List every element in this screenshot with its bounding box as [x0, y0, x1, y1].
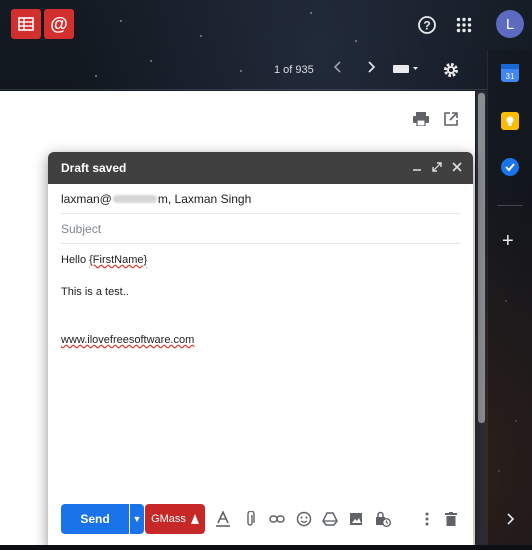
apps-button[interactable]	[451, 12, 477, 38]
help-button[interactable]: ?	[414, 12, 440, 38]
tasks-check-icon	[505, 163, 515, 172]
side-divider	[497, 205, 523, 206]
chevron-left-icon	[333, 61, 341, 73]
plus-icon: +	[502, 230, 514, 252]
recipient-prefix: laxman@	[61, 191, 112, 206]
minimize-button[interactable]	[410, 160, 424, 174]
pagination-count: 1 of 935	[274, 64, 314, 76]
emoji-icon	[296, 511, 312, 527]
gear-icon	[444, 63, 458, 77]
gmass-sheets-button[interactable]	[11, 9, 41, 39]
svg-text:31: 31	[506, 72, 515, 81]
spreadsheet-icon	[18, 17, 34, 31]
drive-icon	[322, 512, 338, 526]
gmass-arrow-icon	[190, 514, 199, 524]
recipients-field[interactable]: laxman@ m, Laxman Singh	[61, 184, 460, 214]
compose-title: Draft saved	[61, 161, 127, 175]
more-vert-icon	[425, 512, 429, 526]
message-body-link[interactable]: www.ilovefreesoftware.com	[61, 334, 194, 346]
attach-button[interactable]	[241, 510, 259, 528]
drive-button[interactable]	[321, 510, 339, 528]
redacted-domain	[112, 194, 157, 203]
confidential-mode-button[interactable]	[374, 510, 392, 528]
chevron-right-icon	[507, 513, 515, 525]
show-side-panel-button[interactable]	[505, 512, 515, 530]
gmass-label: GMass	[151, 513, 186, 525]
firstname-token: {FirstName}	[89, 254, 148, 266]
link-icon	[269, 515, 285, 523]
help-icon: ?	[418, 16, 436, 34]
input-tools-button[interactable]	[393, 64, 419, 74]
discard-draft-button[interactable]	[442, 510, 460, 528]
open-new-window-button[interactable]	[444, 112, 458, 131]
send-options-button[interactable]: ▼	[130, 504, 144, 534]
at-sign-icon: @	[50, 13, 68, 34]
scrollbar-thumb[interactable]	[478, 93, 485, 423]
lock-clock-icon	[376, 511, 391, 527]
keep-bulb-icon	[506, 116, 514, 126]
trash-icon	[445, 512, 457, 526]
newer-button[interactable]	[333, 61, 343, 73]
chevron-right-icon	[368, 61, 376, 73]
recipient-suffix: m, Laxman Singh	[157, 191, 252, 206]
greeting-prefix: Hello	[61, 254, 90, 266]
top-bar: @ ? L	[0, 0, 532, 50]
open-in-new-icon	[444, 112, 458, 126]
keep-app-button[interactable]	[501, 112, 519, 130]
emoji-button[interactable]	[295, 510, 313, 528]
message-body-line[interactable]: This is a test..	[61, 286, 129, 298]
fullscreen-button[interactable]	[430, 160, 444, 174]
bottom-strip	[0, 545, 532, 550]
print-icon	[413, 112, 429, 127]
gmass-at-button[interactable]: @	[44, 9, 74, 39]
svg-text:?: ?	[423, 19, 430, 33]
compose-header[interactable]: Draft saved	[48, 152, 473, 184]
calendar-icon: 31	[501, 64, 519, 81]
expand-icon	[432, 162, 442, 172]
send-label: Send	[80, 512, 110, 526]
insert-photo-button[interactable]	[347, 510, 365, 528]
minimize-icon	[413, 169, 421, 171]
subject-placeholder: Subject	[61, 221, 102, 236]
subject-field[interactable]: Subject	[61, 214, 460, 244]
paperclip-icon	[247, 511, 255, 526]
gmass-send-button[interactable]: GMass	[145, 504, 205, 534]
keyboard-icon	[393, 65, 418, 73]
message-toolbar: 1 of 935	[0, 50, 487, 90]
close-compose-button[interactable]	[450, 160, 464, 174]
more-options-button[interactable]	[418, 510, 436, 528]
print-button[interactable]	[413, 112, 429, 131]
settings-button[interactable]	[442, 61, 460, 79]
image-icon	[350, 513, 362, 525]
account-avatar[interactable]: L	[496, 10, 524, 38]
older-button[interactable]	[366, 61, 376, 73]
tasks-app-button[interactable]	[501, 158, 519, 176]
message-body-greeting[interactable]: Hello {FirstName}	[61, 254, 147, 266]
text-format-icon	[216, 511, 230, 527]
apps-grid-icon	[456, 17, 472, 33]
compose-bottom-bar: Send ▼ GMass	[61, 504, 471, 536]
compose-window: Draft saved laxman@ m, Laxman Singh Subj…	[48, 152, 473, 550]
formatting-button[interactable]	[214, 510, 232, 528]
caret-down-icon: ▼	[132, 514, 142, 524]
add-addon-button[interactable]: +	[502, 230, 514, 253]
calendar-app-button[interactable]: 31	[501, 64, 519, 82]
insert-link-button[interactable]	[268, 510, 286, 528]
close-icon	[452, 162, 462, 172]
avatar-letter: L	[505, 15, 515, 33]
send-button[interactable]: Send	[61, 504, 129, 534]
